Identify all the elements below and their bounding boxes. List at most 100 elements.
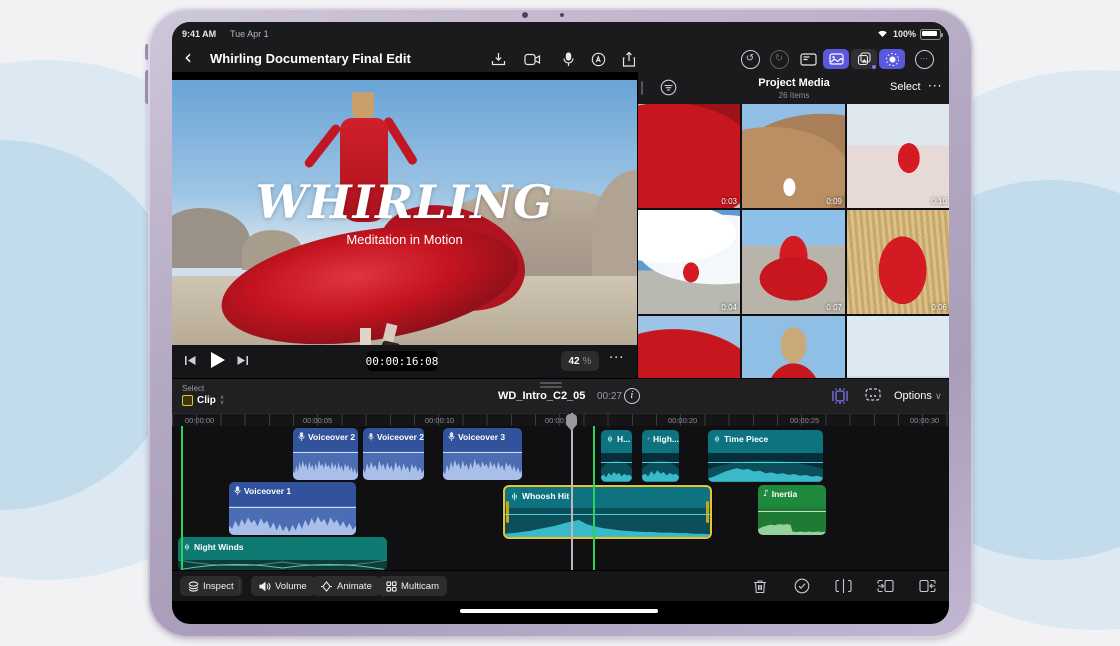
trash-icon [753,579,767,594]
insert-button[interactable] [917,576,937,596]
audio-clip-voiceover[interactable]: Voiceover 3 [443,428,522,480]
audio-clip-voiceover[interactable]: Voiceover 2 [363,428,424,480]
media-thumbnail[interactable]: 0:03 [638,104,740,208]
info-button[interactable]: i [624,388,640,404]
insert-right-icon [919,579,936,593]
trash-button[interactable] [750,576,770,596]
audio-clip-fx[interactable]: H... [601,430,632,482]
marker-line [181,426,183,570]
clip-tool-icon [182,395,193,406]
media-thumbnail[interactable]: 0:07 [742,210,845,314]
ruler-label: 00:00:30 [910,416,939,425]
project-media-panel: Project Media 26 Items Select ··· 0:03 0… [637,72,949,378]
play-button[interactable] [210,351,226,374]
media-thumbnail[interactable] [847,316,949,378]
video-subtitle-overlay: Meditation in Motion [172,232,637,247]
marker-line [593,426,595,570]
media-more-button[interactable]: ··· [928,79,942,93]
media-browser-button[interactable] [823,49,849,69]
media-thumbnail[interactable]: 0:10 [847,104,949,208]
playhead-line[interactable] [571,413,573,570]
back-button[interactable]: ‹ [184,45,192,69]
viewer-more-button[interactable]: ··· [609,351,624,366]
speaker-icon [259,581,271,592]
status-bar: 9:41 AM Tue Apr 1 100% [172,22,949,46]
inspector-icon [188,581,199,592]
clip-duration-badge: 0:06 [931,303,947,312]
timecode-display[interactable]: 00:00:16:08 [367,351,437,371]
splice-tool-icon[interactable] [830,387,850,410]
media-thumbnail[interactable]: 0:09 [742,104,845,208]
media-thumbnail[interactable] [742,316,845,378]
multicam-button[interactable]: Multicam [378,576,447,596]
video-title-overlay: WHIRLING [172,175,637,229]
clip-duration-badge: 0:10 [931,197,947,206]
effects-button[interactable] [851,49,877,69]
page-background: 9:41 AM Tue Apr 1 100% ‹ Whirling Docume… [0,0,1120,646]
zoom-unit: % [583,356,592,367]
bottom-toolbar: Inspect Volume Animate Multicam [172,570,949,601]
clip-tool-selector[interactable]: Clip ∧ ∨ [182,395,224,406]
import-icon[interactable] [486,49,510,69]
timeline-drag-handle[interactable] [540,382,562,384]
inspect-button[interactable]: Inspect [180,576,242,596]
status-time: 9:41 AM [182,29,216,39]
toolbar-divider [239,579,240,593]
ruler-label: 00:00:10 [425,416,454,425]
media-grid: 0:03 0:09 0:10 0:04 0:07 0:06 [638,104,949,378]
video-preview[interactable]: WHIRLING Meditation in Motion [172,80,637,345]
timeline-tracks: Voiceover 2 Voiceover 2 Voiceover 3 H.. [172,426,949,570]
zoom-level[interactable]: 42 % [561,351,599,371]
audio-clip-ambience[interactable]: Night Winds [178,537,387,570]
playback-controls: 00:00:16:08 42 % ··· [172,345,637,378]
skip-forward-icon[interactable] [236,354,249,372]
jog-wheel-toggle-button[interactable] [879,49,905,69]
dancer-hat [352,92,374,118]
audio-clip-selected-whoosh[interactable]: Whoosh Hit [503,485,712,539]
options-button[interactable]: Options ∨ [894,390,942,402]
clip-duration-badge: 0:09 [826,197,842,206]
panel-toggle-icon[interactable] [796,49,820,69]
media-thumbnail[interactable] [638,316,740,378]
pencil-annotate-icon[interactable] [586,49,610,69]
camera-sensor [560,13,564,17]
grid-icon [386,581,397,592]
audio-clip-voiceover[interactable]: Voiceover 2 [293,428,358,480]
wifi-icon [876,28,889,40]
select-mode-label: Select [182,384,204,393]
ruler-label: 00:00:05 [303,416,332,425]
select-button[interactable]: Select [890,81,921,93]
skip-back-icon[interactable] [184,354,197,372]
timeline-ruler[interactable]: 00:00:00 00:00:05 00:00:10 00:00:15 00:0… [172,413,949,427]
audio-clip-voiceover[interactable]: Voiceover 1 [229,482,356,535]
overwrite-button[interactable] [875,576,895,596]
media-thumbnail[interactable]: 0:06 [847,210,949,314]
battery-percent: 100% [893,29,916,39]
mic-icon[interactable] [556,49,580,69]
overlay-picture-icon[interactable] [862,387,882,408]
clip-duration-badge: 0:04 [721,303,737,312]
camera-icon[interactable] [520,49,544,69]
options-chevron-icon: ∨ [935,392,942,402]
approve-button[interactable] [792,576,812,596]
volume-button[interactable]: Volume [251,576,315,596]
audio-clip-fx[interactable]: High... [642,430,679,482]
home-indicator[interactable] [460,609,658,613]
app-toolbar: ‹ Whirling Documentary Final Edit ↺ ↻ [172,46,949,72]
ruler-label: 00:00:20 [668,416,697,425]
front-camera [522,12,528,18]
more-button[interactable]: ··· [912,49,936,69]
undo-button[interactable]: ↺ [738,49,762,69]
audio-clip-music[interactable]: ♪ Inertia [758,485,826,535]
split-clip-button[interactable] [833,576,853,596]
clip-duration-badge: 0:07 [826,303,842,312]
selected-clip-duration: 00:27 [597,391,622,402]
media-thumbnail[interactable]: 0:04 [638,210,740,314]
check-circle-icon [794,578,810,594]
audio-clip-fx[interactable]: Time Piece [708,430,823,482]
dancer-leg-left [360,328,371,345]
share-icon[interactable] [616,49,640,69]
effects-badge-dot [872,65,876,69]
animate-button[interactable]: Animate [312,576,380,596]
zoom-value: 42 [568,356,579,367]
